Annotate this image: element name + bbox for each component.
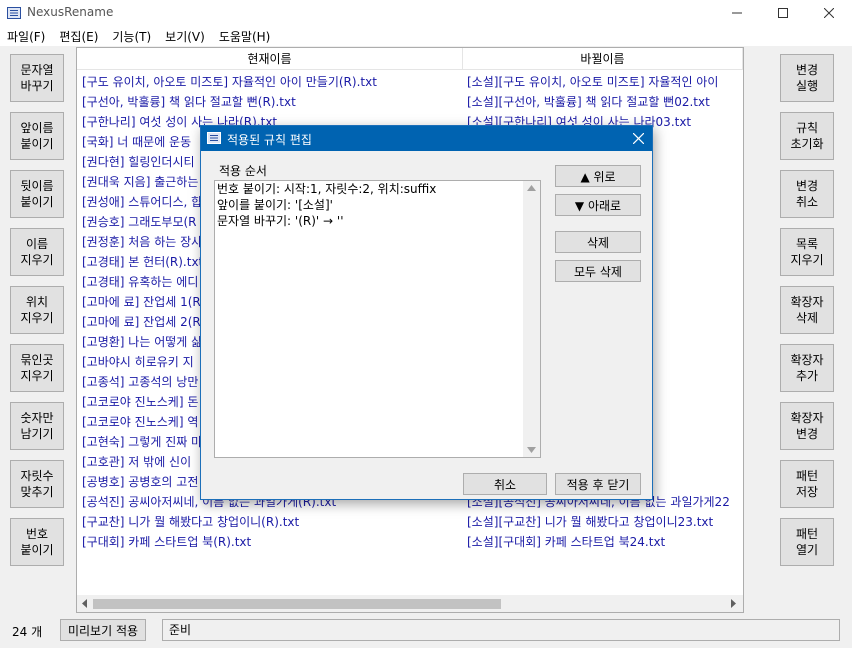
table-row[interactable]: [구대회] 카페 스타트업 북(R).txt [소설][구대회] 카페 스타트업 …: [77, 531, 737, 551]
scroll-up-icon[interactable]: [527, 185, 536, 191]
app-icon: [7, 7, 21, 19]
title-bar: NexusRename: [0, 0, 852, 26]
open-pattern-button[interactable]: 패턴 열기: [780, 518, 834, 566]
column-header-new-name[interactable]: 바뀔이름: [463, 48, 743, 70]
clear-list-button[interactable]: 목록 지우기: [780, 228, 834, 276]
status-bar: 24 개 미리보기 적용 준비: [0, 616, 852, 648]
save-pattern-button[interactable]: 패턴 저장: [780, 460, 834, 508]
delete-all-rules-button[interactable]: 모두 삭제: [555, 260, 641, 282]
minimize-button[interactable]: [714, 0, 760, 26]
undo-rename-button[interactable]: 변경 취소: [780, 170, 834, 218]
keep-digits-button[interactable]: 숫자만 남기기: [10, 402, 64, 450]
file-count: 24 개: [12, 625, 43, 639]
new-name-cell: [소설][구도 유이치, 아오토 미즈토] 자율적인 아이: [467, 75, 719, 89]
menu-bar: 파일(F) 편집(E) 기능(T) 보기(V) 도움말(H): [0, 26, 852, 46]
dialog-app-icon: [207, 132, 221, 144]
maximize-icon: [778, 8, 788, 18]
window-title: NexusRename: [27, 5, 114, 19]
apply-and-close-button[interactable]: 적용 후 닫기: [555, 473, 641, 495]
table-row[interactable]: [구도 유이치, 아오토 미즈토] 자율적인 아이 만들기(R).txt [소설]…: [77, 71, 737, 91]
apply-preview-button[interactable]: 미리보기 적용: [60, 619, 146, 641]
new-name-cell: [소설][구교찬] 니가 뭘 해봤다고 창업이니23.txt: [467, 515, 714, 529]
table-row[interactable]: [구선아, 박훌륭] 책 읽다 절교할 뻔(R).txt [소설][구선아, 박훌…: [77, 91, 737, 111]
scroll-down-icon[interactable]: [527, 447, 536, 453]
execute-rename-button[interactable]: 변경 실행: [780, 54, 834, 102]
current-name-cell: [구대회] 카페 스타트업 북(R).txt: [82, 535, 252, 549]
add-number-button[interactable]: 번호 붙이기: [10, 518, 64, 566]
table-row[interactable]: [구교찬] 니가 뭘 해봤다고 창업이니(R).txt [소설][구교찬] 니가 …: [77, 511, 737, 531]
menu-help[interactable]: 도움말(H): [212, 28, 278, 45]
new-name-cell: [소설][구대회] 카페 스타트업 북24.txt: [467, 535, 666, 549]
horizontal-scrollbar[interactable]: [77, 595, 743, 612]
rule-item[interactable]: 문자열 바꾸기: '(R)' → '': [215, 213, 540, 229]
menu-file[interactable]: 파일(F): [0, 28, 52, 45]
prepend-name-button[interactable]: 앞이름 붙이기: [10, 112, 64, 160]
menu-edit[interactable]: 편집(E): [52, 28, 105, 45]
column-header-current-name[interactable]: 현재이름: [77, 48, 463, 70]
current-name-cell: [구교찬] 니가 뭘 해봤다고 창업이니(R).txt: [82, 515, 300, 529]
rule-item[interactable]: 앞이를 붙이기: '[소설]': [215, 197, 540, 213]
add-extension-button[interactable]: 확장자 추가: [780, 344, 834, 392]
scroll-left-icon[interactable]: [81, 599, 88, 608]
delete-extension-button[interactable]: 확장자 삭제: [780, 286, 834, 334]
scroll-right-icon[interactable]: [730, 599, 737, 608]
status-message: 준비: [162, 619, 840, 641]
maximize-button[interactable]: [760, 0, 806, 26]
pad-digits-button[interactable]: 자릿수 맞추기: [10, 460, 64, 508]
rule-list-scrollbar[interactable]: [523, 181, 540, 457]
dialog-close-icon[interactable]: [633, 133, 644, 144]
remove-bracketed-button[interactable]: 묶인곳 지우기: [10, 344, 64, 392]
apply-order-label: 적용 순서: [219, 162, 267, 179]
delete-rule-button[interactable]: 삭제: [555, 231, 641, 253]
move-down-button[interactable]: ▼ 아래로: [555, 194, 641, 216]
edit-rules-dialog: 적용된 규칙 편집 적용 순서 번호 붙이기: 시작:1, 자릿수:2, 위치:…: [200, 125, 653, 500]
append-name-button[interactable]: 뒷이름 붙이기: [10, 170, 64, 218]
cancel-button[interactable]: 취소: [463, 473, 547, 495]
horizontal-scroll-thumb[interactable]: [93, 599, 501, 609]
change-extension-button[interactable]: 확장자 변경: [780, 402, 834, 450]
replace-string-button[interactable]: 문자열 바꾸기: [10, 54, 64, 102]
menu-tools[interactable]: 기능(T): [105, 28, 158, 45]
current-name-cell: [구선아, 박훌륭] 책 읽다 절교할 뻔(R).txt: [82, 95, 296, 109]
dialog-title-bar: 적용된 규칙 편집: [201, 126, 652, 151]
reset-rules-button[interactable]: 규칙 초기화: [780, 112, 834, 160]
new-name-cell: [소설][구선아, 박훌륭] 책 읽다 절교할 뻔02.txt: [467, 95, 710, 109]
remove-position-button[interactable]: 위치 지우기: [10, 286, 64, 334]
rule-list[interactable]: 번호 붙이기: 시작:1, 자릿수:2, 위치:suffix 앞이를 붙이기: …: [214, 180, 541, 458]
current-name-cell: [구도 유이치, 아오토 미즈토] 자율적인 아이 만들기(R).txt: [82, 75, 377, 89]
remove-name-button[interactable]: 이름 지우기: [10, 228, 64, 276]
close-icon: [824, 8, 834, 18]
rule-item[interactable]: 번호 붙이기: 시작:1, 자릿수:2, 위치:suffix: [215, 181, 540, 197]
move-up-button[interactable]: ▲ 위로: [555, 165, 641, 187]
minimize-icon: [732, 12, 742, 14]
close-button[interactable]: [806, 0, 852, 26]
dialog-title: 적용된 규칙 편집: [227, 133, 312, 147]
menu-view[interactable]: 보기(V): [158, 28, 212, 45]
